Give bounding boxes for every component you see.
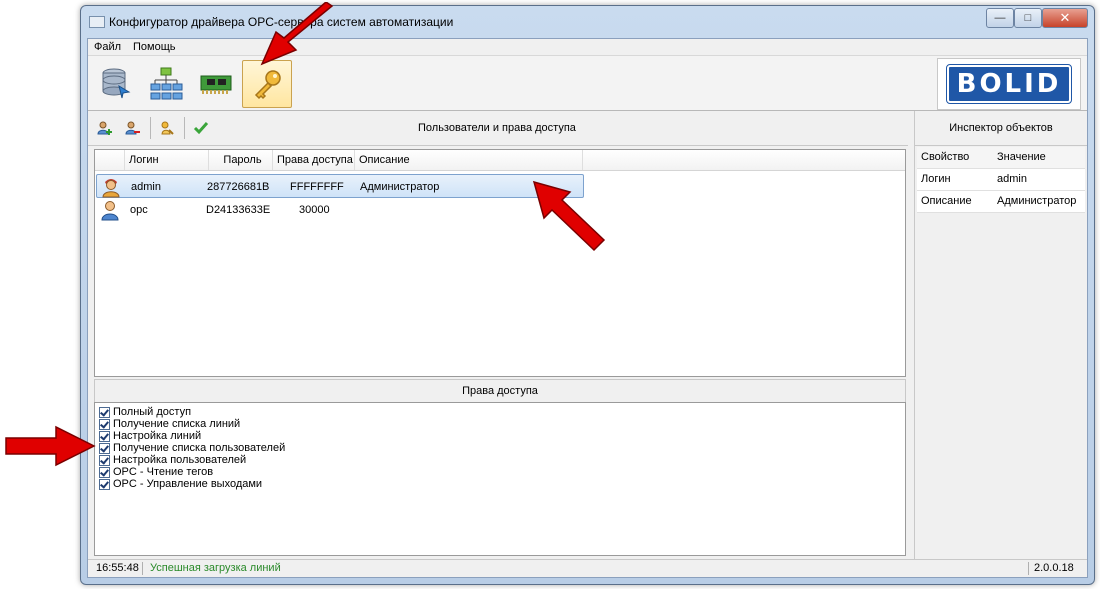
right-get-lines[interactable]: Получение списка линий: [99, 418, 240, 430]
checkbox-label: Настройка линий: [113, 430, 202, 442]
database-icon: [102, 68, 131, 99]
object-inspector: Инспектор объектов Свойство Значение Лог…: [914, 111, 1087, 559]
right-configure-lines[interactable]: Настройка линий: [99, 430, 201, 442]
add-user-button[interactable]: [96, 119, 114, 137]
user-description: Администратор: [360, 181, 440, 193]
column-icon: [95, 150, 125, 170]
close-button[interactable]: ✕: [1042, 8, 1088, 28]
key-icon: [254, 70, 281, 100]
table-row[interactable]: opc D24133633E 30000: [96, 198, 584, 222]
status-separator: [142, 562, 143, 575]
user-password: D24133633E: [206, 204, 271, 216]
inspector-row[interactable]: Описание Администратор: [917, 191, 1085, 213]
main-toolbar: BOLID: [88, 56, 1087, 111]
maximize-button[interactable]: □: [1014, 8, 1042, 28]
remove-user-icon: [125, 121, 140, 135]
column-description[interactable]: Описание: [355, 150, 583, 170]
column-password[interactable]: Пароль: [209, 150, 273, 170]
checkbox[interactable]: [99, 418, 110, 430]
toolbar-button-database[interactable]: [92, 60, 140, 106]
checkbox-label: Получение списка пользователей: [113, 442, 286, 454]
users-list-header: Логин Пароль Права доступа Описание: [95, 150, 905, 171]
checkbox-label: Настройка пользователей: [113, 454, 247, 466]
status-time: 16:55:48: [96, 562, 139, 574]
column-rights[interactable]: Права доступа: [273, 150, 355, 170]
admin-user-icon: [102, 179, 120, 198]
status-bar: 16:55:48 Успешная загрузка линий 2.0.0.1…: [88, 559, 1087, 577]
toolbar-separator: [150, 117, 151, 139]
toolbar-button-board[interactable]: [192, 60, 240, 106]
checkbox[interactable]: [99, 406, 110, 418]
bolid-logo: BOLID: [937, 58, 1081, 110]
menu-help[interactable]: Помощь: [133, 41, 176, 53]
window-controls: — □ ✕: [986, 8, 1088, 28]
inspector-value[interactable]: admin: [993, 169, 1027, 190]
right-get-users[interactable]: Получение списка пользователей: [99, 442, 285, 454]
checkbox[interactable]: [99, 466, 110, 478]
status-separator: [1028, 562, 1029, 575]
column-login[interactable]: Логин: [125, 150, 209, 170]
maximize-icon: □: [1024, 12, 1032, 24]
right-opc-control-outputs[interactable]: OPC - Управление выходами: [99, 478, 262, 490]
minimize-button[interactable]: —: [986, 8, 1014, 28]
inspector-header: Свойство Значение: [917, 147, 1085, 169]
status-version: 2.0.0.18: [1034, 562, 1074, 574]
menu-bar: Файл Помощь: [88, 39, 1087, 56]
checkbox[interactable]: [99, 430, 110, 442]
inspector-title: Инспектор объектов: [915, 111, 1087, 146]
user-rights: 30000: [299, 204, 330, 216]
rights-list: Полный доступ Получение списка линий Нас…: [94, 402, 906, 556]
inspector-value[interactable]: Администратор: [993, 191, 1076, 212]
inspector-property: Описание: [921, 195, 972, 207]
menu-file[interactable]: Файл: [94, 41, 121, 53]
client-area: Файл Помощь BOLID Пользователи и права д…: [87, 38, 1088, 578]
user-icon: [101, 201, 119, 221]
circuit-board-icon: [200, 75, 232, 94]
checkbox-label: OPC - Управление выходами: [113, 478, 263, 490]
rights-panel-title: Права доступа: [94, 379, 906, 403]
close-icon: ✕: [1059, 10, 1071, 25]
users-list[interactable]: Логин Пароль Права доступа Описание admi…: [94, 149, 906, 377]
users-pane: Пользователи и права доступа Логин Парол…: [88, 111, 908, 559]
user-rights-button[interactable]: [158, 119, 176, 137]
toolbar-button-network[interactable]: [142, 60, 190, 106]
arrow-annotation-toolbar: [260, 2, 334, 66]
checkbox-label: Получение списка линий: [113, 418, 241, 430]
apply-button[interactable]: [192, 119, 210, 137]
user-key-icon: [161, 121, 174, 135]
user-login: admin: [131, 181, 161, 193]
checkbox-label: OPC - Чтение тегов: [113, 466, 214, 478]
checkbox[interactable]: [99, 478, 110, 490]
checkbox-label: Полный доступ: [113, 406, 192, 418]
users-panel-title: Пользователи и права доступа: [418, 122, 576, 134]
user-password: 287726681B: [207, 181, 270, 193]
table-row[interactable]: admin 287726681B FFFFFFFF Администратор: [96, 174, 584, 198]
title-bar[interactable]: Конфигуратор драйвера OPC-сервера систем…: [81, 6, 1094, 36]
inspector-property: Логин: [921, 173, 951, 185]
app-window: Конфигуратор драйвера OPC-сервера систем…: [80, 5, 1095, 585]
network-tree-icon: [150, 67, 183, 100]
right-full-access[interactable]: Полный доступ: [99, 406, 191, 418]
add-user-icon: [97, 121, 112, 135]
checkbox[interactable]: [99, 454, 110, 466]
inspector-table: Свойство Значение Логин admin Описание А…: [917, 147, 1085, 213]
user-rights: FFFFFFFF: [290, 181, 344, 193]
right-opc-read-tags[interactable]: OPC - Чтение тегов: [99, 466, 213, 478]
inspector-row[interactable]: Логин admin: [917, 169, 1085, 191]
arrow-annotation-rights: [5, 425, 96, 467]
remove-user-button[interactable]: [124, 119, 142, 137]
right-configure-users[interactable]: Настройка пользователей: [99, 454, 246, 466]
users-toolbar: Пользователи и права доступа: [88, 111, 908, 146]
inspector-header-property: Свойство: [921, 151, 970, 163]
status-message: Успешная загрузка линий: [150, 562, 281, 574]
logo-text: BOLID: [945, 64, 1073, 104]
app-icon: [89, 16, 105, 28]
checkmark-icon: [193, 122, 209, 135]
user-login: opc: [130, 204, 148, 216]
arrow-annotation-row: [532, 180, 606, 252]
checkbox[interactable]: [99, 442, 110, 454]
toolbar-separator: [184, 117, 185, 139]
minimize-icon: —: [994, 12, 1006, 24]
inspector-header-value: Значение: [997, 151, 1046, 163]
